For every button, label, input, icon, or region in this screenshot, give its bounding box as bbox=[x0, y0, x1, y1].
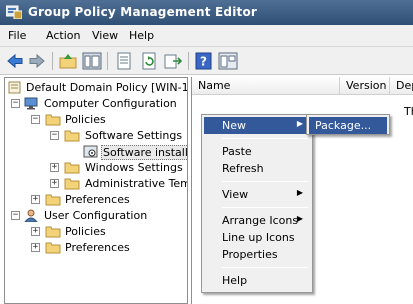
collapse-icon[interactable]: − bbox=[31, 115, 40, 124]
expand-icon[interactable]: + bbox=[31, 195, 40, 204]
menu-item-label: Package... bbox=[315, 119, 372, 132]
policy-scroll-icon bbox=[8, 81, 21, 94]
menu-separator bbox=[222, 138, 308, 139]
tree-label: Policies bbox=[65, 225, 106, 238]
title-bar: Group Policy Management Editor bbox=[0, 0, 413, 25]
toolbar-separator bbox=[188, 52, 189, 70]
menu-help[interactable]: Help bbox=[129, 29, 154, 42]
column-header-deployment[interactable]: Dep bbox=[390, 77, 413, 95]
menu-item-new[interactable]: New ▶ bbox=[204, 117, 310, 134]
menu-separator bbox=[222, 267, 308, 268]
menu-item-package[interactable]: Package... bbox=[309, 117, 387, 134]
forward-arrow-icon[interactable] bbox=[27, 52, 47, 70]
back-arrow-icon[interactable] bbox=[5, 52, 25, 70]
menu-action[interactable]: Action bbox=[46, 29, 80, 42]
console-tree: Default Domain Policy [WIN-1P3- − Comput… bbox=[4, 77, 188, 304]
menu-item-help[interactable]: Help bbox=[204, 272, 310, 289]
menu-item-arrange-icons[interactable]: Arrange Icons ▶ bbox=[204, 212, 310, 229]
menu-item-label: Properties bbox=[222, 248, 278, 261]
collapse-icon[interactable]: − bbox=[11, 99, 20, 108]
folder-icon bbox=[64, 178, 80, 190]
menu-item-label: Arrange Icons bbox=[222, 214, 299, 227]
menu-item-paste[interactable]: Paste bbox=[204, 143, 310, 160]
folder-icon bbox=[45, 242, 61, 254]
folder-icon bbox=[64, 130, 80, 142]
menu-bar: File Action View Help bbox=[0, 25, 413, 47]
submenu-arrow-icon: ▶ bbox=[296, 214, 303, 223]
tree-label: Computer Configuration bbox=[44, 97, 177, 110]
empty-list-message: Th bbox=[404, 105, 413, 118]
toolbar-separator bbox=[107, 52, 108, 70]
window-title: Group Policy Management Editor bbox=[28, 5, 258, 19]
tree-label: Administrative Templ bbox=[85, 177, 187, 190]
folder-icon bbox=[45, 226, 61, 238]
folder-icon bbox=[45, 114, 61, 126]
tree-label: Policies bbox=[65, 113, 106, 126]
export-list-icon[interactable] bbox=[163, 52, 183, 70]
properties-icon[interactable] bbox=[114, 52, 134, 70]
menu-item-label: Paste bbox=[222, 145, 252, 158]
collapse-icon[interactable]: − bbox=[50, 131, 59, 140]
menu-item-label: New bbox=[222, 119, 246, 132]
new-submenu: Package... bbox=[306, 114, 390, 135]
toolbar: ? bbox=[0, 47, 413, 75]
menu-view[interactable]: View bbox=[92, 29, 118, 42]
expand-icon[interactable]: + bbox=[50, 179, 59, 188]
menu-separator bbox=[222, 207, 308, 208]
software-installation-icon bbox=[83, 145, 98, 158]
user-icon bbox=[24, 209, 38, 222]
console-pane-icon[interactable] bbox=[218, 52, 238, 70]
menu-item-properties[interactable]: Properties bbox=[204, 246, 310, 263]
tree-label: Default Domain Policy [WIN-1P3- bbox=[26, 81, 188, 94]
computer-icon bbox=[24, 97, 38, 110]
column-header-name[interactable]: Name bbox=[192, 77, 340, 95]
svg-text:?: ? bbox=[200, 55, 207, 69]
tree-label: Software Settings bbox=[85, 129, 183, 142]
menu-separator bbox=[222, 181, 308, 182]
help-icon[interactable]: ? bbox=[194, 52, 214, 70]
toolbar-separator bbox=[52, 52, 53, 70]
menu-item-label: Line up Icons bbox=[222, 231, 295, 244]
menu-item-label: View bbox=[222, 188, 249, 201]
menu-item-view[interactable]: View ▶ bbox=[204, 186, 310, 203]
tree-label-selected: Software installa bbox=[101, 145, 187, 160]
tree-label: Preferences bbox=[65, 193, 130, 206]
tree-label: Preferences bbox=[65, 241, 130, 254]
menu-item-refresh[interactable]: Refresh bbox=[204, 160, 310, 177]
collapse-icon[interactable]: − bbox=[11, 211, 20, 220]
folder-icon bbox=[45, 194, 61, 206]
refresh-icon[interactable] bbox=[139, 52, 159, 70]
menu-file[interactable]: File bbox=[8, 29, 26, 42]
folder-icon bbox=[64, 162, 80, 174]
up-folder-icon[interactable] bbox=[58, 52, 78, 70]
column-header-version[interactable]: Version bbox=[340, 77, 390, 95]
expand-icon[interactable]: + bbox=[31, 227, 40, 236]
menu-item-label: Help bbox=[222, 274, 248, 287]
expand-icon[interactable]: + bbox=[50, 163, 59, 172]
submenu-arrow-icon: ▶ bbox=[296, 188, 303, 197]
menu-item-line-up-icons[interactable]: Line up Icons bbox=[204, 229, 310, 246]
tree-label: Windows Settings bbox=[85, 161, 183, 174]
gpo-editor-icon bbox=[6, 5, 22, 19]
submenu-arrow-icon: ▶ bbox=[296, 119, 303, 128]
show-hide-tree-icon[interactable] bbox=[82, 52, 102, 70]
expand-icon[interactable]: + bbox=[31, 243, 40, 252]
menu-item-label: Refresh bbox=[222, 162, 264, 175]
tree-label: User Configuration bbox=[44, 209, 148, 222]
context-menu: New ▶ Paste Refresh View ▶ Arrange Icons… bbox=[201, 114, 313, 293]
